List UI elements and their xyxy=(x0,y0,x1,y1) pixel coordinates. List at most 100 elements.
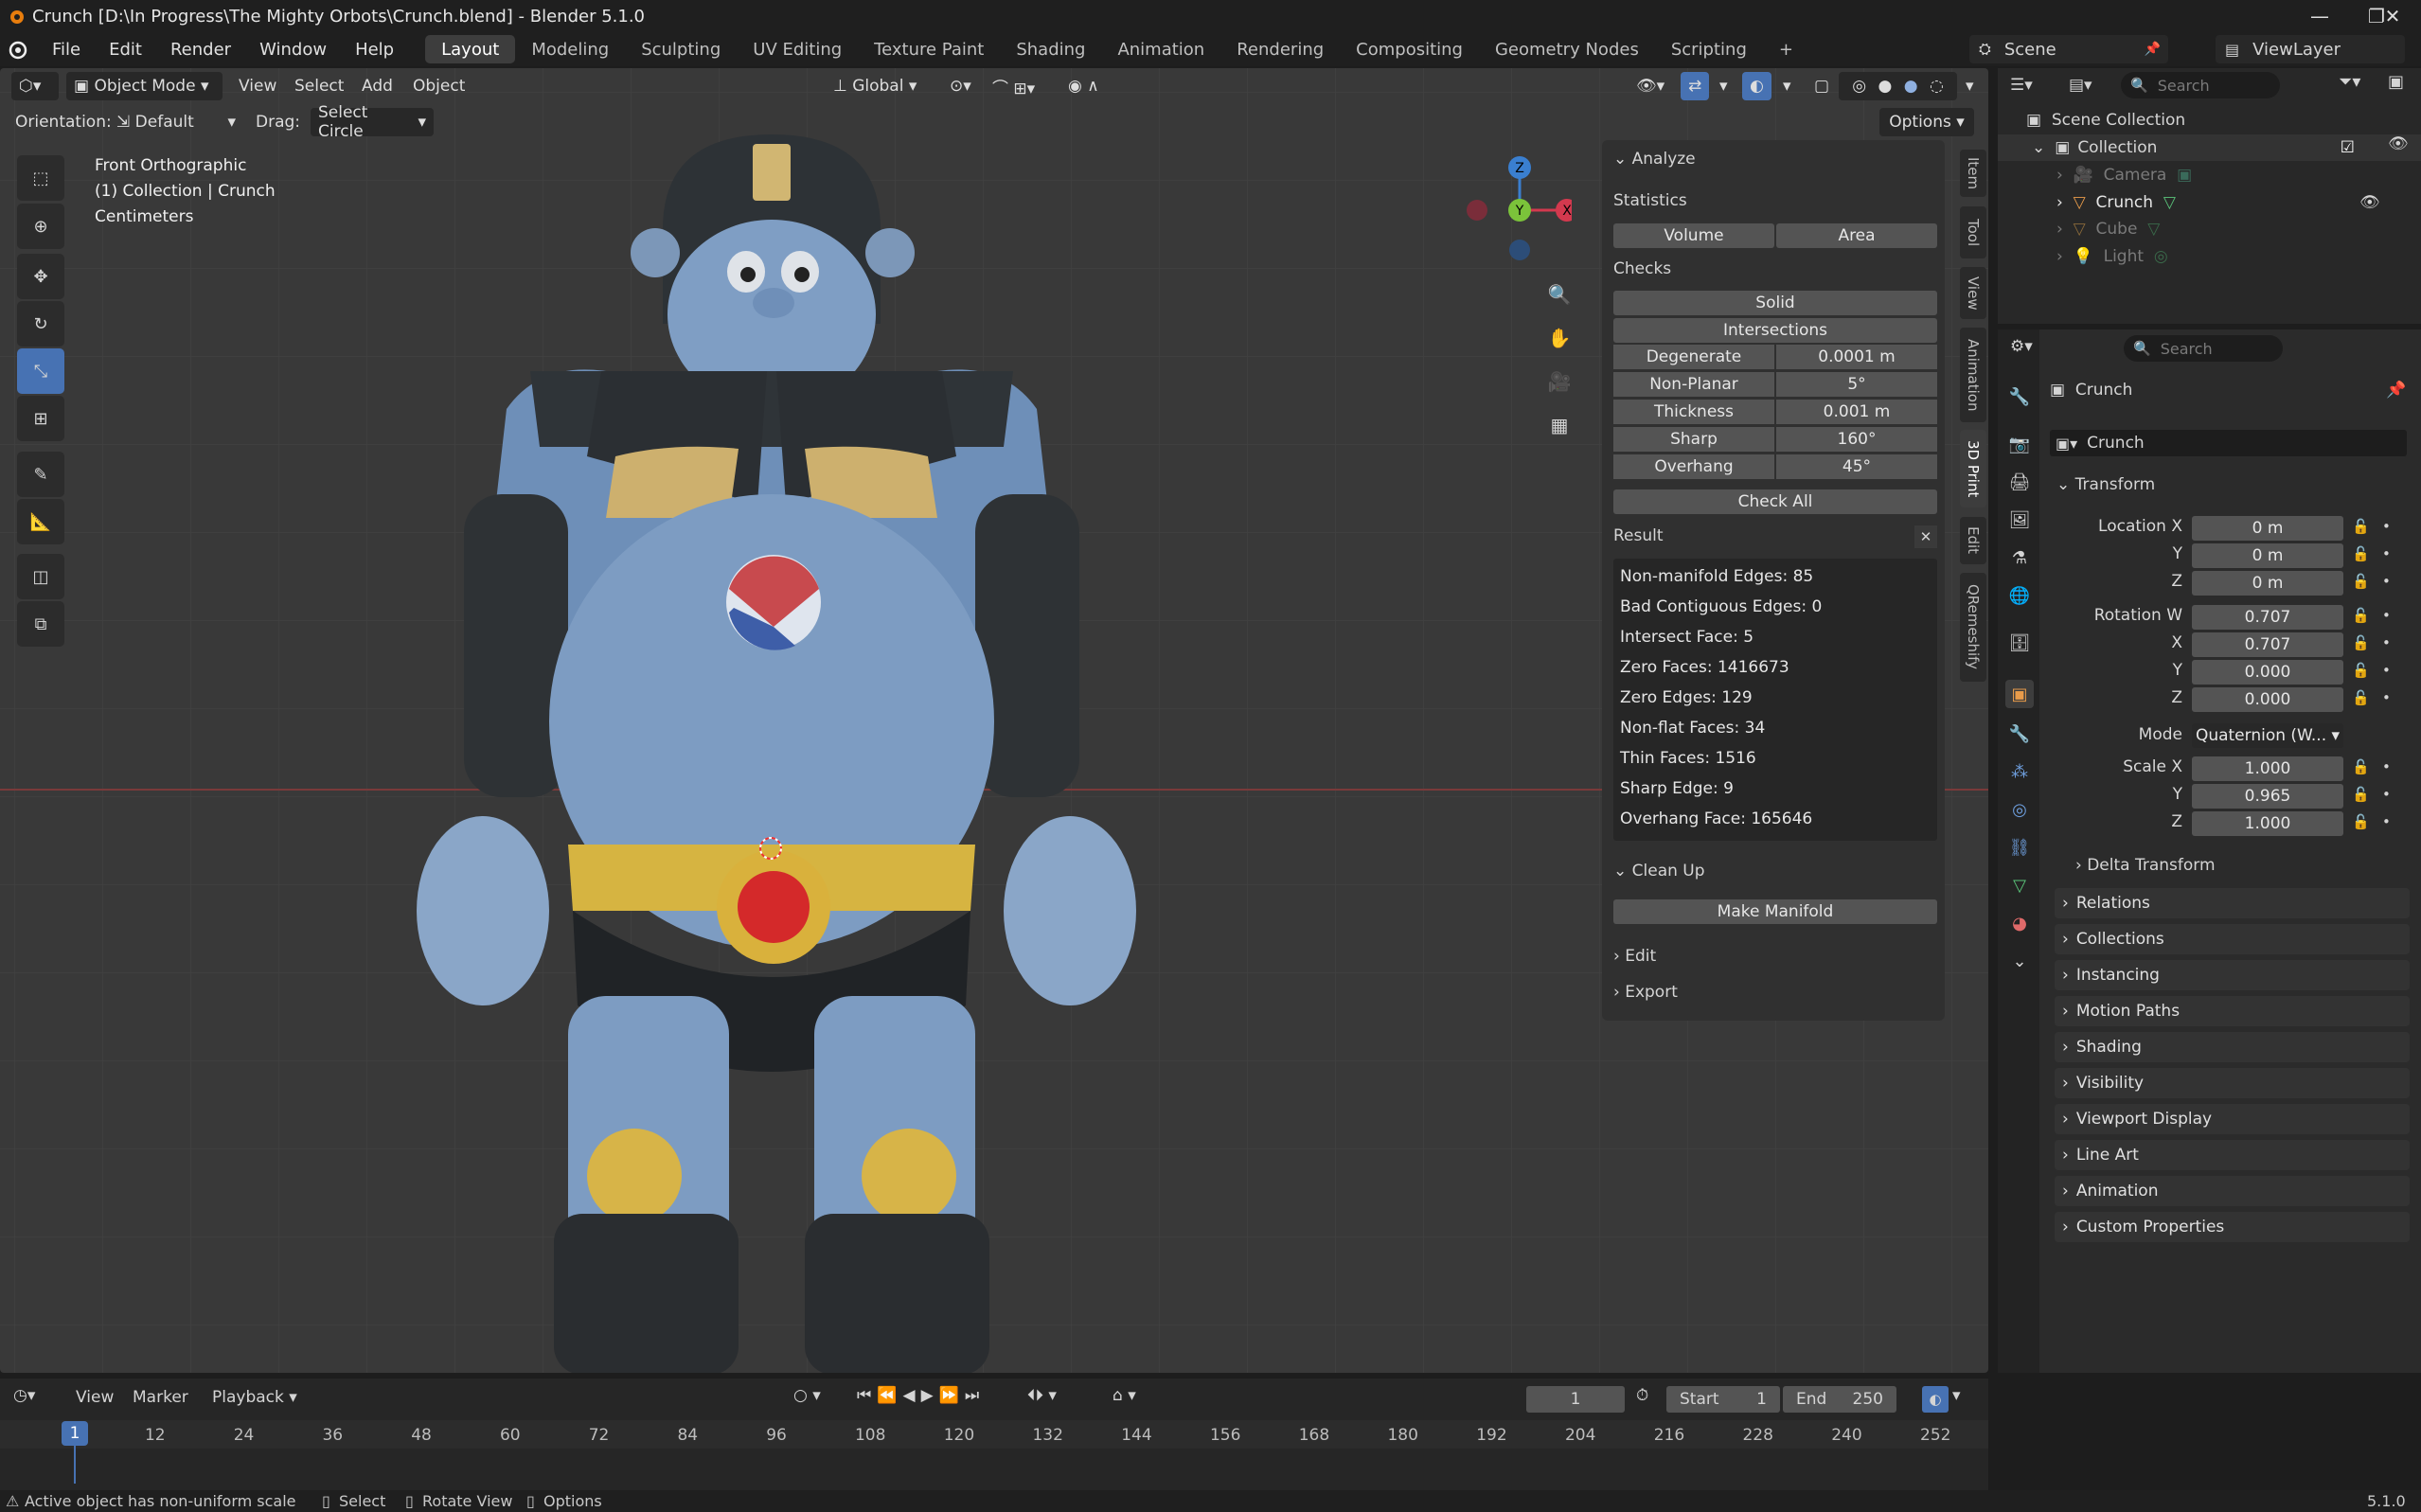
physics-props-icon[interactable]: ◎ xyxy=(2005,795,2034,824)
filter-icon[interactable]: ⏷▾ xyxy=(2339,72,2360,92)
outliner-item-camera[interactable]: › 🎥 Camera ▣ xyxy=(2056,162,2192,188)
keyframe-dot-icon[interactable]: • xyxy=(2382,758,2391,775)
sidebar-tab-qremeshify[interactable]: QRemeshify xyxy=(1960,573,1986,682)
area-button[interactable]: Area xyxy=(1776,223,1937,248)
lock-icon[interactable]: 🔓 xyxy=(2352,607,2370,624)
material-props-icon[interactable]: ◕ xyxy=(2005,909,2034,937)
tab-scripting[interactable]: Scripting xyxy=(1655,35,1763,63)
current-frame-field[interactable]: 1 xyxy=(1526,1386,1625,1413)
menu-add[interactable]: Add xyxy=(354,72,401,100)
outliner-search-input[interactable]: 🔍 Search xyxy=(2121,72,2280,98)
timeline-overlay-icon[interactable]: ◐ xyxy=(1922,1386,1949,1413)
annotate-tool-icon[interactable]: ✎ xyxy=(17,452,64,497)
new-collection-icon[interactable]: ▣ xyxy=(2388,72,2404,92)
object-props-icon[interactable]: ▣ xyxy=(2005,680,2034,708)
tool-props-icon[interactable]: 🔧 xyxy=(2005,382,2034,411)
tab-layout[interactable]: Layout xyxy=(425,35,516,63)
constraints-props-icon[interactable]: ⛓ xyxy=(2005,833,2034,862)
gizmo-dropdown-icon[interactable]: ▾ xyxy=(1712,72,1736,100)
visibility-icon[interactable]: 👁▾ xyxy=(1629,72,1672,100)
check-overhang-field[interactable]: 45° xyxy=(1776,454,1937,479)
particles-props-icon[interactable]: ⁂ xyxy=(2005,757,2034,786)
auto-keying-icon[interactable]: ⌂ ▾ xyxy=(1113,1386,1136,1405)
section-visibility[interactable]: › Visibility xyxy=(2055,1068,2410,1098)
transform-tool-icon[interactable]: ⊞ xyxy=(17,396,64,441)
menu-object[interactable]: Object xyxy=(405,72,472,100)
menu-render[interactable]: Render xyxy=(156,32,245,66)
navigation-gizmo[interactable]: Z X Y xyxy=(1458,153,1572,267)
modifier-props-icon[interactable]: 🔧 xyxy=(2005,720,2034,748)
rotation-y-field[interactable]: 0.000 xyxy=(2192,660,2343,685)
menu-select[interactable]: Select xyxy=(287,72,351,100)
pivot-icon[interactable]: ⊙▾ xyxy=(942,72,979,100)
options-button[interactable]: Options ▾ xyxy=(1879,108,1974,136)
mode-selector[interactable]: ▣ Object Mode ▾ xyxy=(66,72,223,100)
lock-icon[interactable]: 🔓 xyxy=(2352,758,2370,775)
xray-icon[interactable]: ▢ xyxy=(1807,72,1837,100)
timeline-overlay-dropdown-icon[interactable]: ▾ xyxy=(1952,1386,1961,1405)
menu-edit[interactable]: Edit xyxy=(95,32,156,66)
timeline-menu-view[interactable]: View xyxy=(76,1388,114,1407)
play-icon[interactable]: ▶ xyxy=(921,1386,939,1405)
properties-editor-type-icon[interactable]: ⚙▾ xyxy=(2010,337,2033,356)
rotate-tool-icon[interactable]: ↻ xyxy=(17,301,64,347)
jump-start-icon[interactable]: ⏮ xyxy=(857,1386,877,1405)
sidebar-tab-animation[interactable]: Animation xyxy=(1960,328,1986,422)
collection-row[interactable]: ⌄ ▣ Collection ☑ xyxy=(1998,134,2421,161)
lock-icon[interactable]: 🔓 xyxy=(2352,662,2370,679)
rotation-x-field[interactable]: 0.707 xyxy=(2192,632,2343,657)
keyframe-dot-icon[interactable]: • xyxy=(2382,689,2391,706)
display-mode-icon[interactable]: ▤▾ xyxy=(2069,72,2107,98)
keyframe-dot-icon[interactable]: • xyxy=(2382,607,2391,624)
extra-tool-icon[interactable]: ⧉ xyxy=(17,601,64,647)
eye-icon[interactable]: 👁 xyxy=(2388,134,2409,153)
rotation-mode-select[interactable]: Quaternion (W... ▾ xyxy=(2192,723,2343,748)
outliner-item-crunch[interactable]: › ▽ Crunch ▽ xyxy=(2056,189,2176,216)
end-frame-field[interactable]: End 250 xyxy=(1783,1386,1896,1413)
wireframe-shading-icon[interactable]: ◎ xyxy=(1852,77,1866,96)
scene-collection-row[interactable]: ▣ Scene Collection xyxy=(2026,107,2185,133)
scene-selector[interactable]: ⛭ Scene 📌 xyxy=(1969,35,2168,63)
scale-tool-icon[interactable]: ⤡ xyxy=(17,348,64,394)
check-all-button[interactable]: Check All xyxy=(1613,489,1937,514)
blender-menu-icon[interactable] xyxy=(8,39,28,60)
editor-type-button[interactable]: ⬡▾ xyxy=(11,72,59,100)
lock-icon[interactable]: 🔓 xyxy=(2352,518,2370,535)
overlay-toggle-icon[interactable]: ◐ xyxy=(1742,72,1771,100)
outliner-editor-type-icon[interactable]: ☰▾ xyxy=(2010,72,2065,98)
tweak-tool-icon[interactable]: ⬚ xyxy=(17,155,64,201)
section-collections[interactable]: › Collections xyxy=(2055,924,2410,954)
pan-hand-icon[interactable]: ✋ xyxy=(1543,322,1575,354)
transform-header[interactable]: ⌄ Transform xyxy=(2056,475,2155,494)
overlay-dropdown-icon[interactable]: ▾ xyxy=(1775,72,1799,100)
data-props-icon[interactable]: ▽ xyxy=(2005,871,2034,899)
playhead-frame[interactable]: 1 xyxy=(62,1421,88,1446)
tab-modeling[interactable]: Modeling xyxy=(515,35,625,63)
section-animation[interactable]: › Animation xyxy=(2055,1176,2410,1206)
sidebar-tab-edit[interactable]: Edit xyxy=(1960,517,1986,564)
record-icon[interactable]: ○ ▾ xyxy=(793,1386,821,1405)
pin-icon[interactable]: 📌 xyxy=(2145,42,2161,57)
menu-view[interactable]: View xyxy=(231,72,284,100)
collection-props-icon[interactable]: 🗄 xyxy=(2005,629,2034,657)
measure-tool-icon[interactable]: 📐 xyxy=(17,499,64,544)
rotation-w-field[interactable]: 0.707 xyxy=(2192,605,2343,630)
properties-search-input[interactable]: 🔍 Search xyxy=(2124,335,2283,362)
output-props-icon[interactable]: 🖨 xyxy=(2005,468,2034,496)
pin-icon[interactable]: 📌 xyxy=(2386,381,2406,400)
add-workspace-icon[interactable]: + xyxy=(1763,35,1809,63)
section-shading[interactable]: › Shading xyxy=(2055,1032,2410,1062)
check-thickness-field[interactable]: 0.001 m xyxy=(1776,400,1937,424)
keying-icons[interactable]: ⏴⏵ ▾ xyxy=(1027,1386,1057,1405)
crunch-eye-icon[interactable]: 👁 xyxy=(2359,193,2380,212)
sidebar-tab-tool[interactable]: Tool xyxy=(1960,206,1986,258)
rendered-shading-icon[interactable]: ◌ xyxy=(1930,77,1944,96)
object-name-field[interactable]: ▣▾ Crunch xyxy=(2050,430,2407,456)
move-tool-icon[interactable]: ✥ xyxy=(17,254,64,299)
tab-uv-editing[interactable]: UV Editing xyxy=(737,35,858,63)
location-x-field[interactable]: 0 m xyxy=(2192,516,2343,541)
check-non-planar-field[interactable]: 5° xyxy=(1776,372,1937,397)
keyframe-dot-icon[interactable]: • xyxy=(2382,813,2391,830)
section-relations[interactable]: › Relations xyxy=(2055,888,2410,918)
keyframe-dot-icon[interactable]: • xyxy=(2382,573,2391,590)
